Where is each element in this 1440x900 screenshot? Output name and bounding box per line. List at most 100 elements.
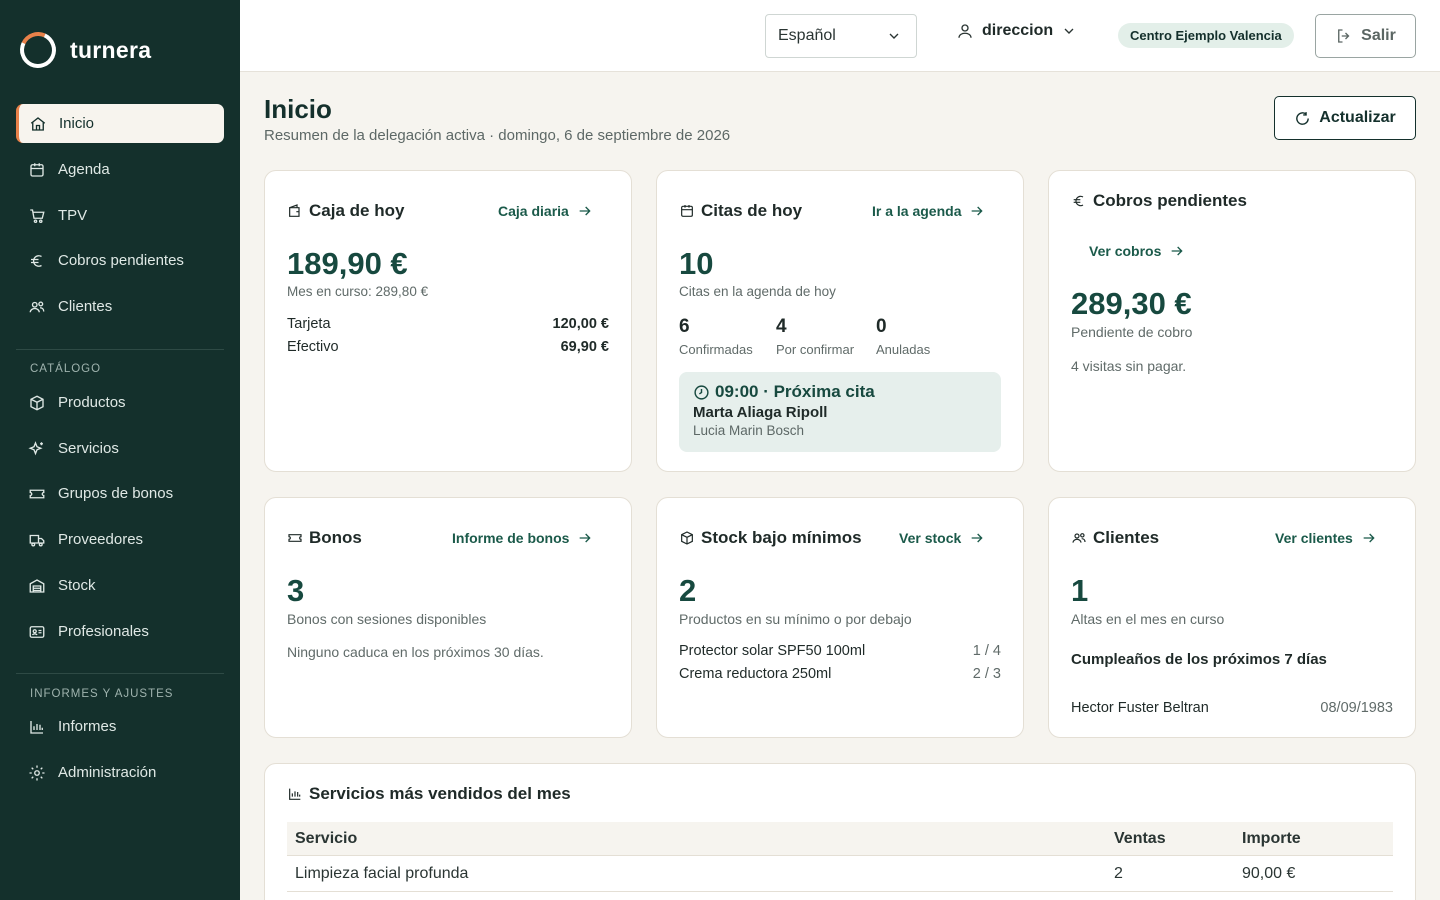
box-icon (681, 531, 693, 545)
card-bonos: Bonos Informe de bonos 3 Bonos con sesio… (264, 497, 632, 738)
sidebar-item-proveedores[interactable]: Proveedores (16, 520, 224, 559)
euro-icon (1073, 195, 1084, 207)
sidebar-item-label: Servicios (58, 440, 119, 457)
ver-clientes-link[interactable]: Ver clientes (1275, 530, 1377, 546)
sidebar-divider (16, 349, 224, 350)
refresh-button[interactable]: Actualizar (1274, 96, 1416, 140)
language-select[interactable]: Español (765, 14, 917, 58)
warehouse-icon (29, 578, 45, 593)
caja-month: Mes en curso: 289,80 € (287, 284, 429, 299)
arrow-right-icon (971, 533, 983, 543)
sidebar-section-catalogo: CATÁLOGO (30, 363, 102, 375)
sidebar-item-inicio[interactable]: Inicio (16, 104, 224, 143)
refresh-icon (1296, 111, 1310, 125)
refresh-label: Actualizar (1319, 109, 1396, 126)
sidebar-item-label: Proveedores (58, 531, 144, 548)
stat-por-confirmar: 4 Por confirmar (776, 316, 855, 357)
card-title: Servicios más vendidos del mes (287, 784, 571, 804)
gear-icon (29, 765, 45, 780)
wallet-icon (289, 204, 300, 217)
sidebar-item-clientes[interactable]: Clientes (16, 287, 224, 326)
logout-label: Salir (1361, 27, 1396, 44)
bonos-count: 3 (287, 573, 305, 608)
sidebar-item-administracion[interactable]: Administración (16, 753, 224, 792)
calendar-icon (30, 162, 44, 177)
column-header[interactable]: Importe (1242, 830, 1301, 848)
clientes-count: 1 (1071, 573, 1089, 608)
box-icon (30, 394, 44, 411)
stock-count: 2 (679, 573, 697, 608)
user-icon (958, 24, 972, 38)
sidebar-item-profesionales[interactable]: Profesionales (16, 612, 224, 651)
sidebar-item-label: Profesionales (58, 623, 149, 640)
page-subtitle: Resumen de la delegación activa · doming… (264, 127, 731, 144)
next-appointment-professional: Lucia Marin Bosch (693, 423, 805, 438)
sidebar-item-stock[interactable]: Stock (16, 566, 224, 605)
bar-chart-icon (30, 720, 43, 734)
clock-icon (694, 384, 709, 400)
sidebar-item-servicios[interactable]: Servicios (16, 429, 224, 468)
caja-diaria-link[interactable]: Caja diaria (498, 203, 593, 219)
sidebar-item-label: Agenda (58, 161, 110, 178)
next-appointment-client: Marta Aliaga Ripoll (693, 404, 828, 421)
cobros-caption: Pendiente de cobro (1071, 324, 1193, 340)
logout-button[interactable]: Salir (1315, 14, 1416, 58)
center-badge: Centro Ejemplo Valencia (1118, 23, 1294, 48)
table-row[interactable]: Limpieza facial profunda 2 90,00 € (287, 856, 1393, 892)
cart-icon (30, 208, 45, 223)
arrow-right-icon (579, 206, 591, 216)
informe-bonos-link[interactable]: Informe de bonos (452, 530, 593, 546)
payment-row-efectivo: Efectivo 69,90 € (287, 339, 609, 355)
column-header[interactable]: Ventas (1114, 830, 1166, 848)
arrow-right-icon (1363, 533, 1375, 543)
sidebar-item-informes[interactable]: Informes (16, 707, 224, 746)
ver-cobros-link[interactable]: Ver cobros (1089, 243, 1185, 259)
sidebar-item-agenda[interactable]: Agenda (16, 150, 224, 189)
user-name: direccion (982, 22, 1054, 39)
sidebar-item-productos[interactable]: Productos (16, 383, 224, 422)
calendar-icon (681, 205, 693, 217)
sidebar-item-tpv[interactable]: TPV (16, 196, 224, 235)
stat-confirmadas: 6 Confirmadas (679, 316, 753, 357)
sidebar-section-informes: INFORMES Y AJUSTES (30, 688, 174, 700)
next-appointment[interactable]: 09:00 · Próxima cita Marta Aliaga Ripoll… (679, 372, 1001, 452)
card-title: Cobros pendientes (1071, 191, 1247, 211)
sidebar-item-grupos-bonos[interactable]: Grupos de bonos (16, 474, 224, 513)
card-clientes: Clientes Ver clientes 1 Altas en el mes … (1048, 497, 1416, 738)
sidebar-item-label: Inicio (59, 115, 95, 132)
app-logo[interactable]: turnera (14, 26, 151, 74)
card-title: Caja de hoy (287, 201, 404, 221)
table-header: Servicio Ventas Importe (287, 822, 1393, 856)
language-select-value: Español (778, 27, 836, 44)
birthday-row[interactable]: Hector Fuster Beltran 08/09/1983 (1071, 700, 1393, 716)
truck-icon (29, 534, 45, 547)
card-stock-bajo: Stock bajo mínimos Ver stock 2 Productos… (656, 497, 1024, 738)
logo-ring-icon (14, 26, 62, 74)
cobros-note: 4 visitas sin pagar. (1071, 358, 1187, 374)
caja-amount: 189,90 € (287, 246, 408, 281)
users-icon (29, 300, 45, 312)
card-title: Citas de hoy (679, 201, 802, 221)
bonos-note: Ninguno caduca en los próximos 30 días. (287, 644, 544, 660)
chevron-down-icon (889, 33, 899, 39)
ticket-icon (288, 534, 302, 542)
card-cobros-pendientes: Cobros pendientes Ver cobros 289,30 € Pe… (1048, 170, 1416, 472)
column-header[interactable]: Servicio (295, 830, 357, 848)
stock-row[interactable]: Crema reductora 250ml 2 / 3 (679, 666, 1001, 682)
card-title: Stock bajo mínimos (679, 528, 862, 548)
sidebar: turnera Inicio Agenda TPV Cobros pendien… (0, 0, 240, 900)
euro-icon (31, 254, 42, 267)
sidebar-item-label: Informes (58, 718, 117, 735)
sidebar-item-cobros[interactable]: Cobros pendientes (16, 241, 224, 280)
page-title: Inicio (264, 94, 332, 124)
bonos-caption: Bonos con sesiones disponibles (287, 611, 487, 627)
chevron-down-icon (1064, 28, 1074, 34)
user-menu[interactable]: direccion (956, 22, 1077, 40)
ver-stock-link[interactable]: Ver stock (899, 530, 985, 546)
ticket-icon (29, 489, 45, 498)
stat-anuladas: 0 Anuladas (876, 316, 931, 357)
ir-agenda-link[interactable]: Ir a la agenda (872, 203, 985, 219)
stock-row[interactable]: Protector solar SPF50 100ml 1 / 4 (679, 643, 1001, 659)
clientes-caption: Altas en el mes en curso (1071, 611, 1225, 627)
card-title: Clientes (1071, 528, 1159, 548)
